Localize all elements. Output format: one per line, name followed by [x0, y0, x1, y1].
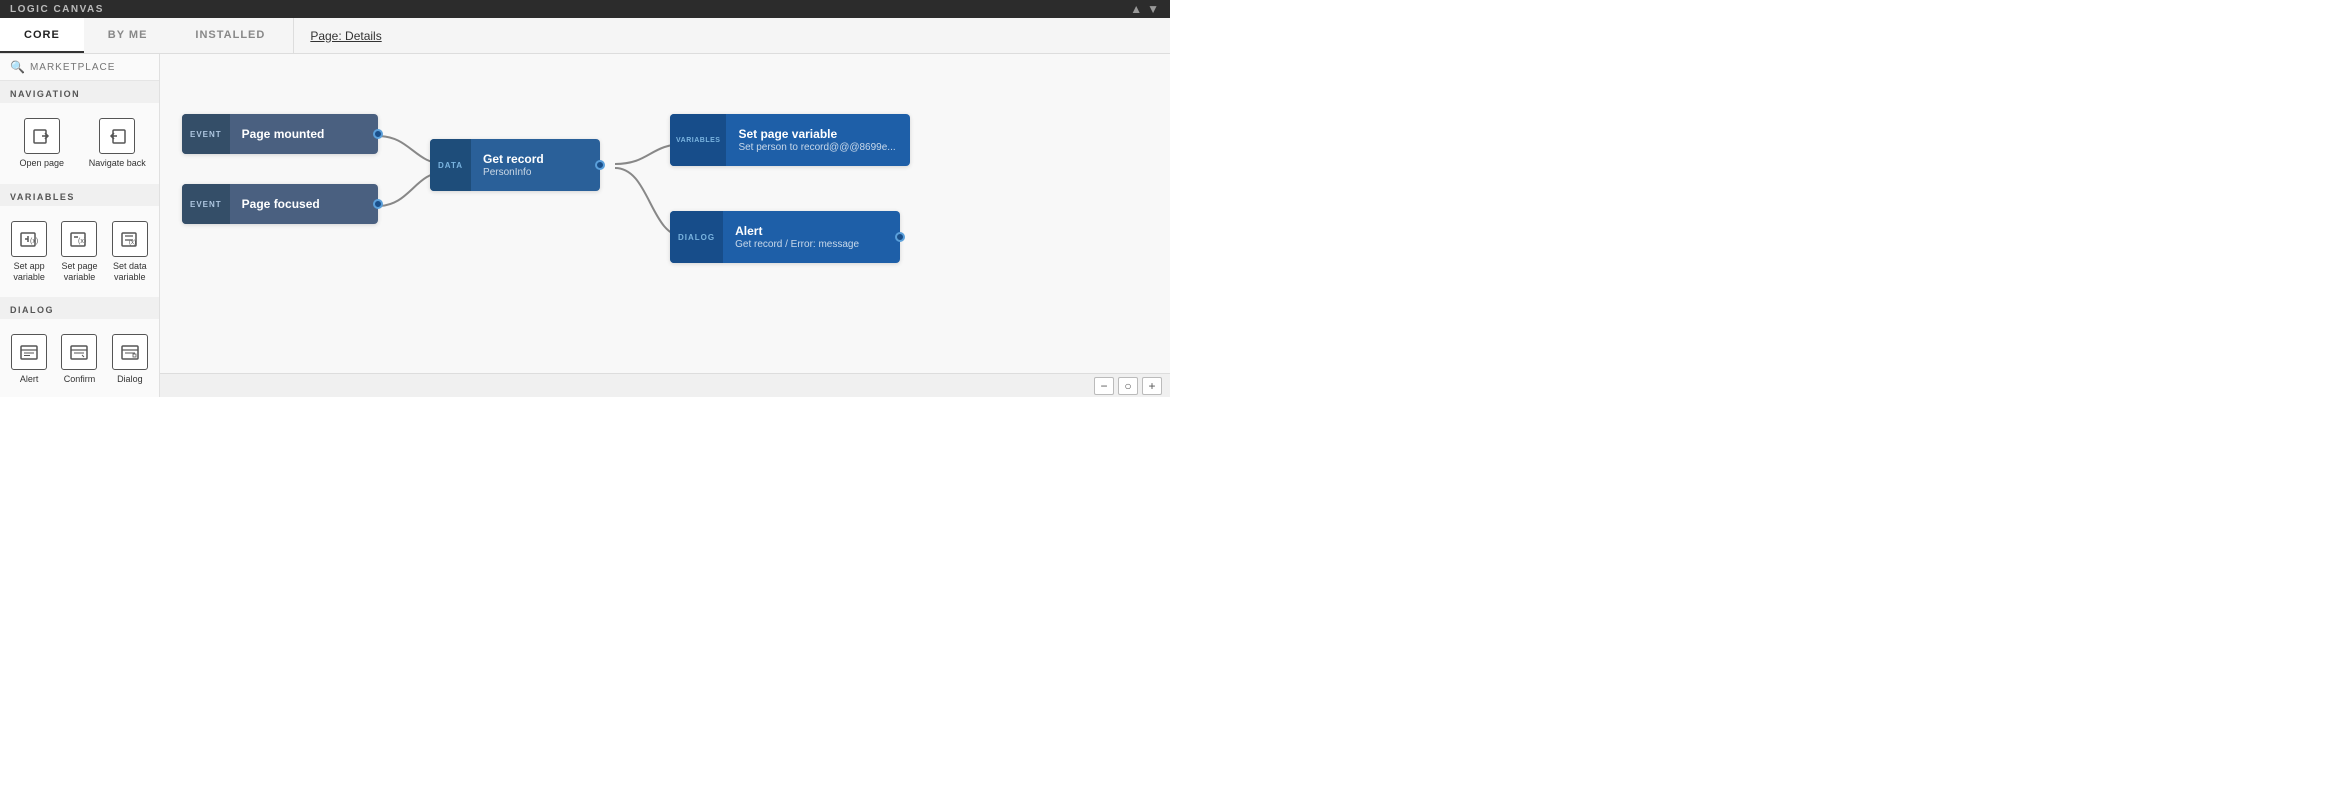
svg-text:(x): (x): [78, 238, 86, 245]
node-event-focused[interactable]: EVENT Page focused: [182, 184, 378, 224]
sidebar-item-set-page-variable[interactable]: (x) Set page variable: [54, 212, 104, 292]
search-icon: 🔍: [10, 60, 25, 74]
navigate-back-icon: [99, 118, 135, 154]
confirm-label: Confirm: [64, 374, 96, 385]
titlebar-controls[interactable]: ▲ ▼: [1130, 2, 1160, 16]
zoom-in-button[interactable]: +: [1142, 377, 1162, 395]
dialog-badge: DIALOG: [670, 211, 723, 263]
section-variables: VARIABLES: [0, 184, 159, 206]
section-dialog: DIALOG: [0, 297, 159, 319]
tab-byme[interactable]: BY ME: [84, 18, 172, 53]
variables-items: (x) Set app variable (x) Set page variab…: [0, 206, 159, 298]
variables-content: Set page variable Set person to record@@…: [726, 121, 907, 159]
set-page-var-icon: (x): [61, 221, 97, 257]
breadcrumb-link[interactable]: Page: Details: [310, 29, 381, 43]
tab-installed[interactable]: INSTALLED: [171, 18, 289, 53]
sidebar-item-set-app-variable[interactable]: (x) Set app variable: [4, 212, 54, 292]
confirm-icon: [61, 334, 97, 370]
svg-text:(x): (x): [129, 240, 136, 246]
open-page-label: Open page: [19, 158, 64, 169]
set-app-var-label: Set app variable: [9, 261, 49, 283]
app-title: LOGIC CANVAS: [10, 4, 104, 15]
sidebar-item-set-data-variable[interactable]: (x) Set data variable: [105, 212, 155, 292]
dialog-subtitle: Get record / Error: message: [735, 239, 859, 250]
titlebar: LOGIC CANVAS ▲ ▼: [0, 0, 1170, 18]
event-focused-title: Page focused: [242, 197, 320, 211]
navigation-items: Open page Navigate back: [0, 103, 159, 184]
sidebar: 🔍 NAVIGATION Open page: [0, 54, 160, 397]
data-output: [595, 160, 605, 170]
dialog-items: Alert Confirm: [0, 319, 159, 397]
open-page-icon: [24, 118, 60, 154]
svg-text:(x): (x): [30, 238, 38, 245]
data-title: Get record: [483, 152, 544, 166]
section-navigation: NAVIGATION: [0, 81, 159, 103]
sidebar-item-navigate-back[interactable]: Navigate back: [80, 109, 156, 178]
alert-icon: [11, 334, 47, 370]
canvas[interactable]: EVENT Page mounted EVENT Page focused DA…: [160, 54, 1170, 397]
data-badge: DATA: [430, 139, 471, 191]
dialog-content: Alert Get record / Error: message: [723, 218, 871, 256]
zoom-out-button[interactable]: −: [1094, 377, 1114, 395]
search-bar: 🔍: [0, 54, 159, 81]
zoom-reset-button[interactable]: ○: [1118, 377, 1138, 395]
event-focused-output: [373, 199, 383, 209]
node-event-mounted[interactable]: EVENT Page mounted: [182, 114, 378, 154]
event-mounted-title: Page mounted: [242, 127, 325, 141]
collapse-btn[interactable]: ▲: [1130, 2, 1143, 16]
set-page-var-label: Set page variable: [59, 261, 99, 283]
dialog2-icon: [112, 334, 148, 370]
node-variables-set[interactable]: VARIABLES Set page variable Set person t…: [670, 114, 910, 166]
node-dialog-alert[interactable]: DIALOG Alert Get record / Error: message: [670, 211, 900, 263]
variables-subtitle: Set person to record@@@8699e...: [738, 142, 895, 153]
sidebar-item-dialog2[interactable]: Dialog: [105, 325, 155, 394]
dialog-title: Alert: [735, 224, 859, 238]
data-content: Get record PersonInfo: [471, 146, 556, 184]
event-mounted-badge: EVENT: [182, 114, 230, 154]
event-focused-content: Page focused: [230, 191, 332, 217]
breadcrumb: Page: Details: [293, 18, 397, 53]
sidebar-item-open-page[interactable]: Open page: [4, 109, 80, 178]
sidebar-item-confirm[interactable]: Confirm: [54, 325, 104, 394]
variables-title: Set page variable: [738, 127, 895, 141]
sidebar-item-alert[interactable]: Alert: [4, 325, 54, 394]
node-data-get-record[interactable]: DATA Get record PersonInfo: [430, 139, 600, 191]
bottom-bar: − ○ +: [160, 373, 1170, 397]
expand-btn[interactable]: ▼: [1147, 2, 1160, 16]
navigate-back-label: Navigate back: [89, 158, 146, 169]
data-subtitle: PersonInfo: [483, 167, 544, 178]
tabbar: CORE BY ME INSTALLED Page: Details: [0, 18, 1170, 54]
dialog-output: [895, 232, 905, 242]
main-content: 🔍 NAVIGATION Open page: [0, 54, 1170, 397]
alert-label: Alert: [20, 374, 39, 385]
tab-core[interactable]: CORE: [0, 18, 84, 53]
event-mounted-content: Page mounted: [230, 121, 337, 147]
connections-svg: [160, 54, 1170, 397]
set-data-var-icon: (x): [112, 221, 148, 257]
event-focused-badge: EVENT: [182, 184, 230, 224]
dialog2-label: Dialog: [117, 374, 143, 385]
event-mounted-output: [373, 129, 383, 139]
set-data-var-label: Set data variable: [110, 261, 150, 283]
search-input[interactable]: [30, 62, 149, 73]
variables-badge: VARIABLES: [670, 114, 726, 166]
set-app-var-icon: (x): [11, 221, 47, 257]
